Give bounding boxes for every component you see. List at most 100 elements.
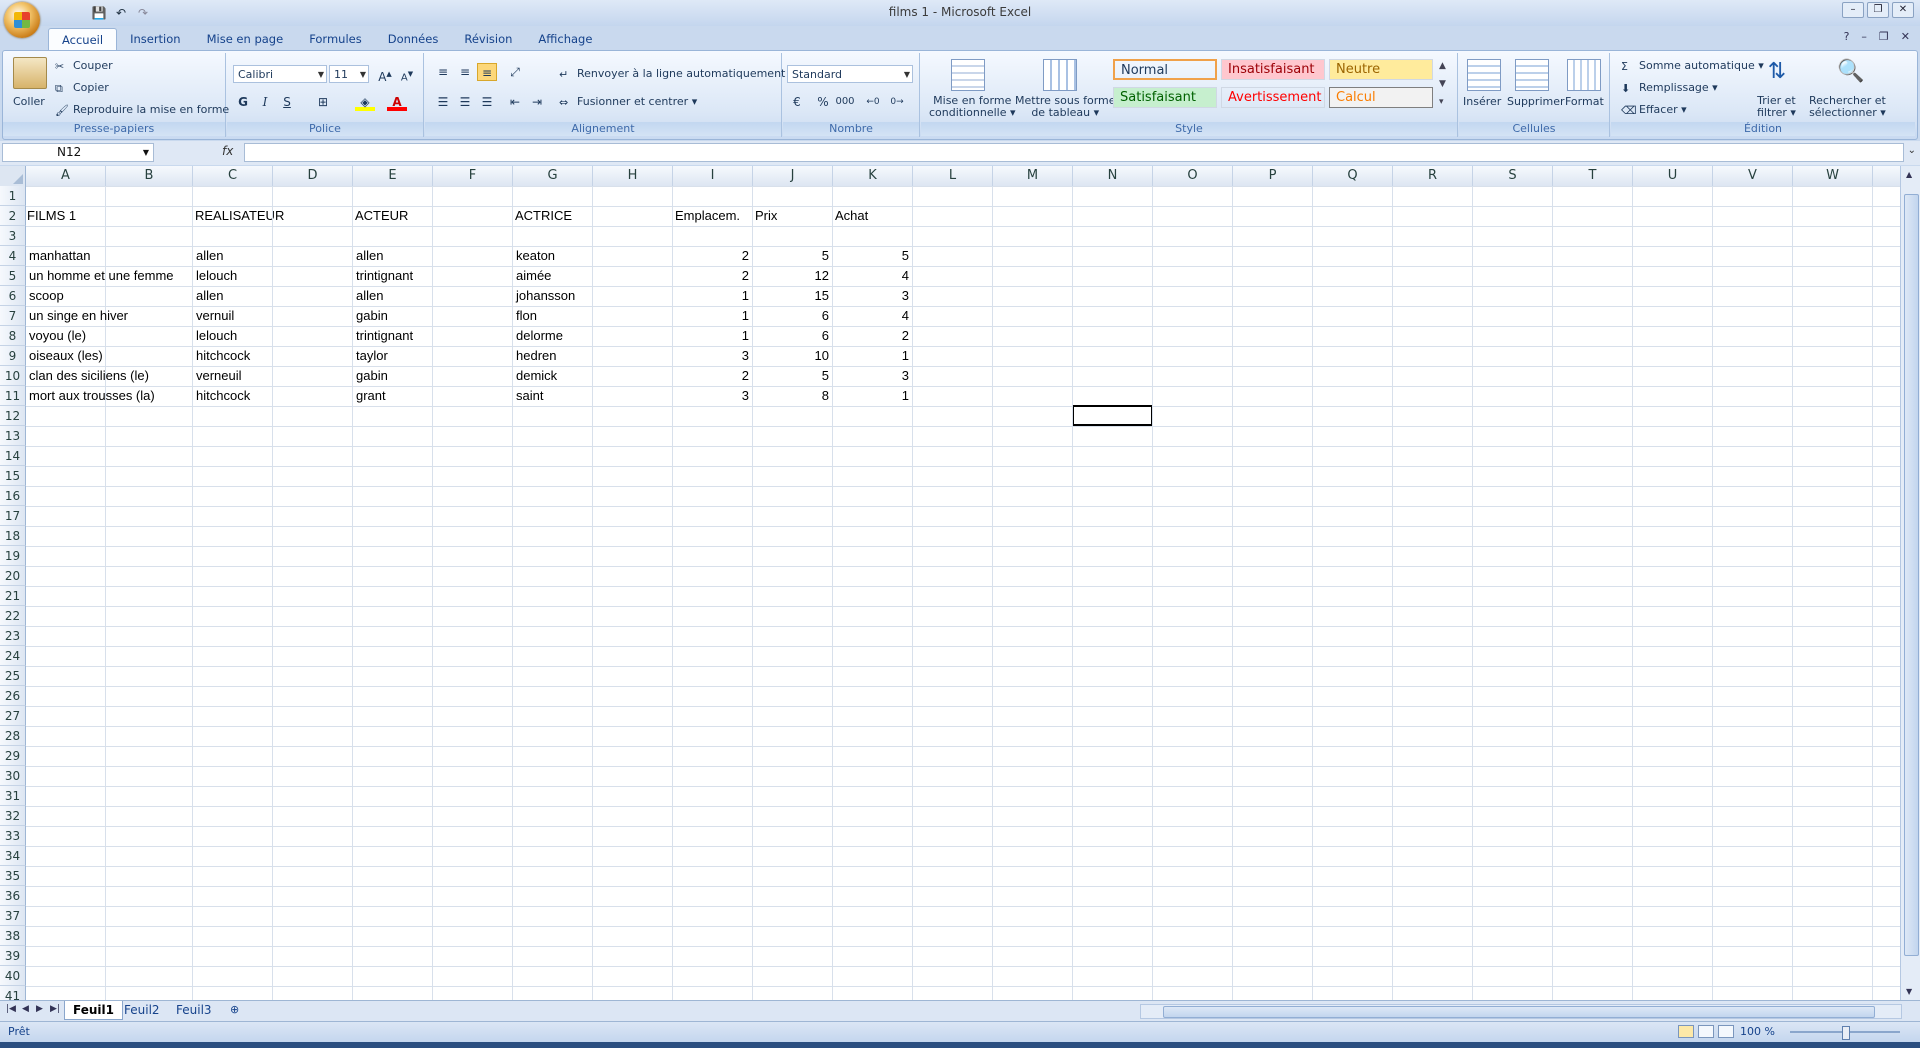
- row-header[interactable]: 2: [0, 206, 26, 226]
- column-header-U[interactable]: U: [1633, 166, 1713, 186]
- style-satisfaisant[interactable]: Satisfaisant: [1113, 87, 1217, 108]
- close-button[interactable]: ✕: [1892, 2, 1914, 18]
- cell-acteur[interactable]: allen: [356, 246, 383, 266]
- style-normal[interactable]: Normal: [1113, 59, 1217, 80]
- sheet-tab-feuil1[interactable]: Feuil1: [64, 1001, 123, 1020]
- row-header[interactable]: 17: [0, 506, 26, 526]
- cell-actrice[interactable]: hedren: [516, 346, 556, 366]
- column-header-P[interactable]: P: [1233, 166, 1313, 186]
- align-center-icon[interactable]: ☰: [455, 93, 475, 111]
- horizontal-scroll-thumb[interactable]: [1163, 1006, 1875, 1018]
- row-header[interactable]: 37: [0, 906, 26, 926]
- percent-button[interactable]: %: [813, 93, 833, 111]
- ribbon-close-icon[interactable]: ✕: [1901, 30, 1910, 43]
- column-header-H[interactable]: H: [593, 166, 673, 186]
- cell-film[interactable]: scoop: [29, 286, 64, 306]
- font-name-select[interactable]: Calibri ▼: [233, 65, 327, 83]
- find-select-button[interactable]: Rechercher et sélectionner ▾: [1809, 95, 1886, 119]
- cell-prix[interactable]: 5: [753, 366, 829, 386]
- underline-button[interactable]: S: [277, 93, 297, 111]
- cell-A2[interactable]: FILMS 1: [27, 206, 76, 226]
- worksheet-grid[interactable]: ABCDEFGHIJKLMNOPQRSTUVW 1 2 3 4 5 6 7 8 9 10 11 12 1…: [0, 166, 1900, 1000]
- cell-actrice[interactable]: flon: [516, 306, 537, 326]
- column-header-N[interactable]: N: [1073, 166, 1153, 186]
- row-header[interactable]: 5: [0, 266, 26, 286]
- currency-icon[interactable]: €: [787, 93, 807, 111]
- column-header-R[interactable]: R: [1393, 166, 1473, 186]
- column-header-W[interactable]: W: [1793, 166, 1873, 186]
- cell-prix[interactable]: 8: [753, 386, 829, 406]
- cell-achat[interactable]: 4: [833, 266, 909, 286]
- cell-realisateur[interactable]: hitchcock: [196, 386, 250, 406]
- cell-film[interactable]: mort aux trousses (la): [29, 386, 155, 406]
- conditional-format-button[interactable]: Mise en forme conditionnelle ▾: [929, 95, 1016, 119]
- cell-achat[interactable]: 3: [833, 366, 909, 386]
- ribbon-minimize-icon[interactable]: –: [1861, 30, 1867, 43]
- clear-button[interactable]: ⌫ Effacer ▾: [1621, 103, 1687, 117]
- cell-realisateur[interactable]: lelouch: [196, 266, 237, 286]
- cell-area[interactable]: FILMS 1 REALISATEUR ACTEUR ACTRICE Empla…: [26, 186, 1900, 1000]
- column-header-V[interactable]: V: [1713, 166, 1793, 186]
- column-header-C[interactable]: C: [193, 166, 273, 186]
- cell-acteur[interactable]: allen: [356, 286, 383, 306]
- office-button[interactable]: [4, 2, 40, 38]
- decrease-decimal-icon[interactable]: 0→: [887, 93, 907, 111]
- row-header[interactable]: 14: [0, 446, 26, 466]
- tab-accueil[interactable]: Accueil: [48, 28, 118, 50]
- cell-realisateur[interactable]: allen: [196, 246, 223, 266]
- cell-actrice[interactable]: saint: [516, 386, 543, 406]
- cell-actrice[interactable]: aimée: [516, 266, 551, 286]
- cell-emplacement[interactable]: 1: [673, 326, 749, 346]
- row-header[interactable]: 27: [0, 706, 26, 726]
- row-header[interactable]: 25: [0, 666, 26, 686]
- cell-emplacement[interactable]: 2: [673, 266, 749, 286]
- row-header[interactable]: 40: [0, 966, 26, 986]
- column-header-M[interactable]: M: [993, 166, 1073, 186]
- tab-insertion[interactable]: Insertion: [117, 28, 194, 50]
- cell-film[interactable]: un homme et une femme: [29, 266, 174, 286]
- font-color-icon[interactable]: A: [387, 93, 407, 111]
- column-header-O[interactable]: O: [1153, 166, 1233, 186]
- tab-affichage[interactable]: Affichage: [525, 28, 605, 50]
- row-header[interactable]: 15: [0, 466, 26, 486]
- cell-E2[interactable]: ACTEUR: [355, 206, 408, 226]
- column-header-A[interactable]: A: [26, 166, 106, 186]
- row-header[interactable]: 28: [0, 726, 26, 746]
- cell-realisateur[interactable]: verneuil: [196, 366, 242, 386]
- row-header[interactable]: 39: [0, 946, 26, 966]
- help-icon[interactable]: ?: [1844, 30, 1850, 43]
- column-header-B[interactable]: B: [106, 166, 193, 186]
- first-sheet-icon[interactable]: |◀: [6, 1004, 16, 1014]
- column-header-E[interactable]: E: [353, 166, 433, 186]
- format-as-table-button[interactable]: Mettre sous forme de tableau ▾: [1015, 95, 1116, 119]
- number-format-select[interactable]: Standard ▼: [787, 65, 913, 83]
- cell-prix[interactable]: 12: [753, 266, 829, 286]
- cell-K2[interactable]: Achat: [835, 206, 868, 226]
- row-header[interactable]: 13: [0, 426, 26, 446]
- ribbon-restore-icon[interactable]: ❐: [1879, 30, 1889, 43]
- cell-prix[interactable]: 6: [753, 306, 829, 326]
- cell-prix[interactable]: 6: [753, 326, 829, 346]
- cell-film[interactable]: un singe en hiver: [29, 306, 128, 326]
- sheet-tab-feuil3[interactable]: Feuil3: [168, 1001, 220, 1019]
- next-sheet-icon[interactable]: ▶: [36, 1004, 43, 1014]
- insert-function-button[interactable]: fx: [222, 144, 233, 158]
- row-header[interactable]: 4: [0, 246, 26, 266]
- row-header[interactable]: 34: [0, 846, 26, 866]
- last-sheet-icon[interactable]: ▶|: [50, 1004, 60, 1014]
- column-header-L[interactable]: L: [913, 166, 993, 186]
- style-avertissement[interactable]: Avertissement: [1221, 87, 1325, 108]
- cell-actrice[interactable]: demick: [516, 366, 557, 386]
- cell-realisateur[interactable]: lelouch: [196, 326, 237, 346]
- paste-icon[interactable]: [13, 57, 47, 89]
- cell-prix[interactable]: 10: [753, 346, 829, 366]
- cell-achat[interactable]: 2: [833, 326, 909, 346]
- cell-C2[interactable]: REALISATEUR: [195, 206, 284, 226]
- cell-achat[interactable]: 5: [833, 246, 909, 266]
- sort-filter-button[interactable]: Trier et filtrer ▾: [1757, 95, 1796, 119]
- autosum-button[interactable]: Σ Somme automatique ▾: [1621, 59, 1764, 73]
- row-header[interactable]: 32: [0, 806, 26, 826]
- italic-button[interactable]: I: [255, 93, 275, 111]
- row-header[interactable]: 30: [0, 766, 26, 786]
- row-header[interactable]: 35: [0, 866, 26, 886]
